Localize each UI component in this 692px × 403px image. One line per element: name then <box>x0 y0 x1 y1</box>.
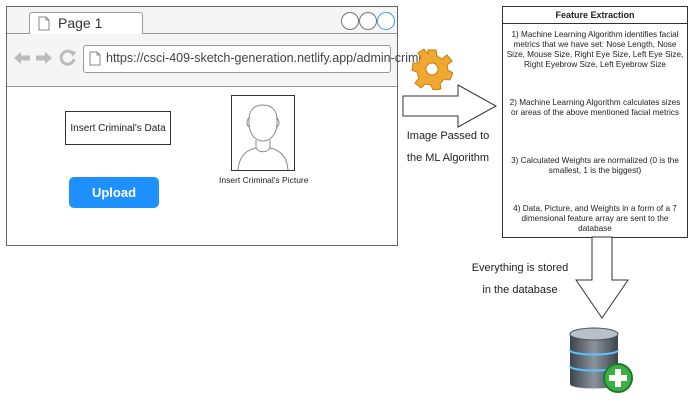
feature-step-2: 2) Machine Learning Algorithm calculates… <box>509 98 681 117</box>
person-icon <box>237 104 289 171</box>
arrow-label-line1: Image Passed to <box>406 130 490 142</box>
upload-button[interactable]: Upload <box>69 177 159 208</box>
picture-placeholder[interactable] <box>231 95 295 171</box>
browser-tab[interactable]: Page 1 <box>29 12 143 35</box>
page-icon <box>89 51 101 66</box>
down-arrow <box>575 236 629 319</box>
tab-title: Page 1 <box>58 15 103 31</box>
arrow-label-line2: the ML Algorithm <box>406 152 490 164</box>
browser-window: Page 1 https://csci-409-sketch-generatio… <box>6 6 438 246</box>
back-arrow-icon[interactable] <box>13 50 31 66</box>
feature-step-4: 4) Data, Picture, and Weights in a form … <box>513 204 677 233</box>
url-text: https://csci-409-sketch-generation.netli… <box>106 51 438 65</box>
picture-caption: Insert Criminal's Picture <box>219 175 309 185</box>
window-button-2[interactable] <box>359 12 377 30</box>
page-icon <box>38 16 50 31</box>
window-button-1[interactable] <box>341 12 359 30</box>
url-field[interactable]: https://csci-409-sketch-generation.netli… <box>83 45 438 73</box>
plus-badge-icon <box>603 363 633 393</box>
reload-icon[interactable] <box>59 49 77 67</box>
right-arrow <box>402 84 498 128</box>
feature-extraction-box: Feature Extraction 1) Machine Learning A… <box>502 6 688 238</box>
address-bar: https://csci-409-sketch-generation.netli… <box>7 34 438 87</box>
tab-bar: Page 1 <box>7 7 397 35</box>
window-button-3[interactable] <box>377 12 395 30</box>
feature-step-1: 1) Machine Learning Algorithm identifies… <box>506 30 684 69</box>
database-icon <box>569 327 633 393</box>
store-label-line2: in the database <box>482 284 558 296</box>
diagram-canvas: Page 1 https://csci-409-sketch-generatio… <box>0 0 692 403</box>
feature-extraction-title: Feature Extraction <box>503 7 687 24</box>
store-label-line1: Everything is stored <box>471 262 569 274</box>
feature-step-3: 3) Calculated Weights are normalized (0 … <box>511 156 679 175</box>
forward-arrow-icon[interactable] <box>35 50 53 66</box>
insert-data-button[interactable]: Insert Criminal's Data <box>65 111 171 145</box>
